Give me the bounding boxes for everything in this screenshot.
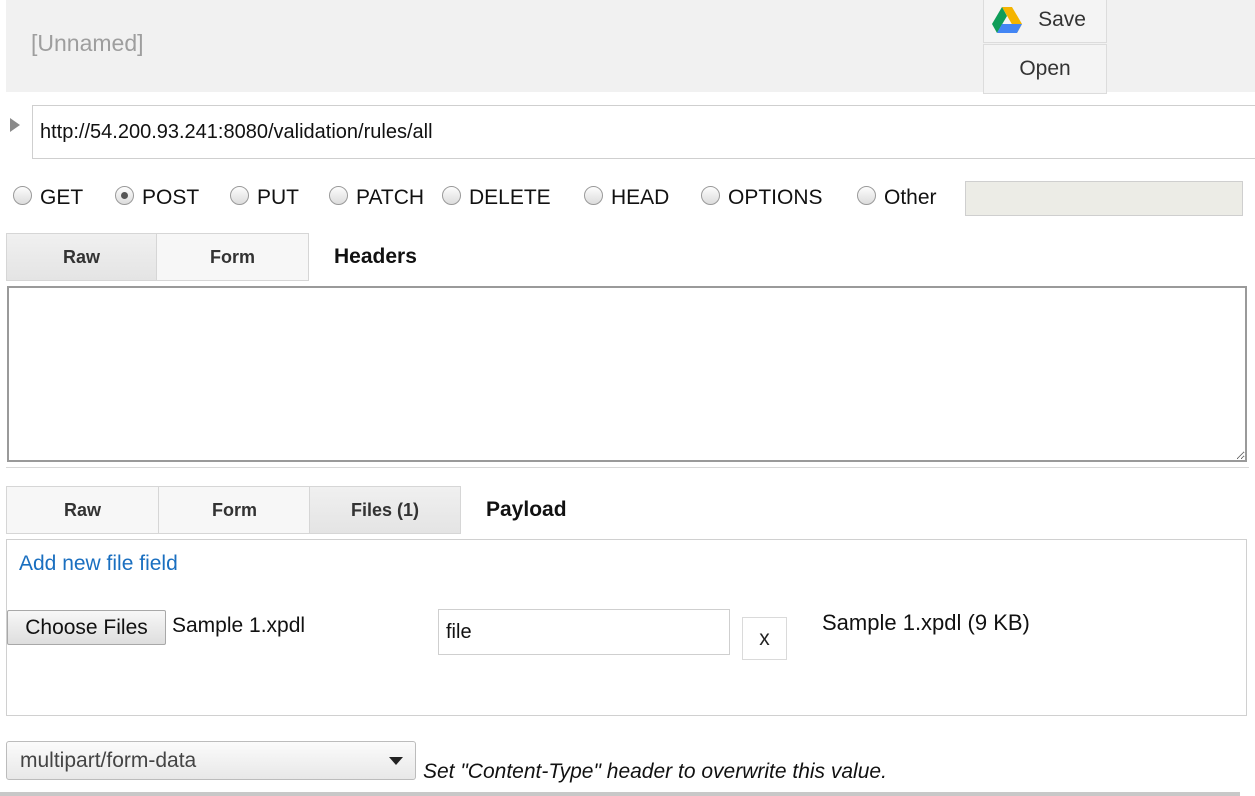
remove-file-field-button[interactable]: x bbox=[742, 617, 787, 660]
radio-circle-icon[interactable] bbox=[584, 185, 603, 205]
headers-tab-raw[interactable]: Raw bbox=[6, 233, 157, 281]
radio-checked-icon[interactable] bbox=[115, 185, 134, 205]
method-radio-put[interactable]: PUT bbox=[230, 185, 299, 210]
divider bbox=[6, 467, 1249, 468]
content-type-hint: Set "Content-Type" header to overwrite t… bbox=[423, 760, 887, 783]
request-name[interactable]: [Unnamed] bbox=[31, 30, 144, 57]
method-radio-head[interactable]: HEAD bbox=[584, 185, 670, 210]
radio-circle-icon[interactable] bbox=[701, 185, 720, 205]
tab-label: Raw bbox=[63, 499, 101, 520]
url-input[interactable] bbox=[32, 105, 1255, 159]
radio-circle-icon[interactable] bbox=[230, 185, 249, 205]
chevron-down-icon bbox=[389, 757, 403, 765]
method-label: DELETE bbox=[469, 186, 551, 209]
radio-circle-icon[interactable] bbox=[13, 185, 32, 205]
open-button-label: Open bbox=[1019, 57, 1071, 80]
chosen-file-name: Sample 1.xpdl bbox=[172, 614, 306, 637]
method-radio-post[interactable]: POST bbox=[115, 185, 200, 210]
other-method-input[interactable] bbox=[965, 181, 1243, 216]
method-label: Other bbox=[884, 186, 937, 209]
divider bbox=[0, 792, 1240, 796]
url-expand-toggle-icon[interactable] bbox=[10, 118, 20, 132]
tab-label: Files (1) bbox=[350, 499, 420, 520]
method-radio-other[interactable]: Other bbox=[857, 185, 937, 210]
method-label: PUT bbox=[257, 186, 299, 209]
save-button[interactable]: Save bbox=[983, 0, 1107, 43]
file-info: Sample 1.xpdl (9 KB) bbox=[822, 610, 1030, 635]
add-file-field-link[interactable]: Add new file field bbox=[19, 552, 178, 576]
save-button-label: Save bbox=[1038, 7, 1086, 31]
google-drive-icon bbox=[992, 6, 1023, 33]
method-radio-delete[interactable]: DELETE bbox=[442, 185, 551, 210]
method-label: OPTIONS bbox=[728, 186, 823, 209]
file-field-name-input[interactable] bbox=[438, 609, 730, 655]
payload-title: Payload bbox=[486, 498, 567, 521]
method-radio-get[interactable]: GET bbox=[13, 185, 84, 210]
payload-tab-raw[interactable]: Raw bbox=[6, 486, 159, 534]
content-type-select[interactable]: multipart/form-data bbox=[6, 741, 416, 780]
payload-tab-form[interactable]: Form bbox=[158, 486, 311, 534]
headers-title: Headers bbox=[334, 245, 417, 268]
tab-label: Form bbox=[210, 246, 255, 267]
method-label: POST bbox=[142, 186, 200, 209]
radio-circle-icon[interactable] bbox=[442, 185, 461, 205]
choose-files-button[interactable]: Choose Files bbox=[7, 610, 166, 645]
radio-circle-icon[interactable] bbox=[329, 185, 348, 205]
method-radio-patch[interactable]: PATCH bbox=[329, 185, 425, 210]
method-label: GET bbox=[40, 186, 84, 209]
headers-tab-form[interactable]: Form bbox=[156, 233, 309, 281]
radio-circle-icon[interactable] bbox=[857, 185, 876, 205]
tab-label: Form bbox=[212, 499, 257, 520]
method-radio-options[interactable]: OPTIONS bbox=[701, 185, 823, 210]
method-label: HEAD bbox=[611, 186, 670, 209]
payload-tab-files[interactable]: Files (1) bbox=[309, 486, 461, 534]
tab-label: Raw bbox=[62, 246, 100, 267]
content-type-value: multipart/form-data bbox=[20, 748, 197, 772]
method-label: PATCH bbox=[356, 186, 425, 209]
headers-textarea[interactable] bbox=[7, 286, 1247, 462]
open-button[interactable]: Open bbox=[983, 44, 1107, 94]
